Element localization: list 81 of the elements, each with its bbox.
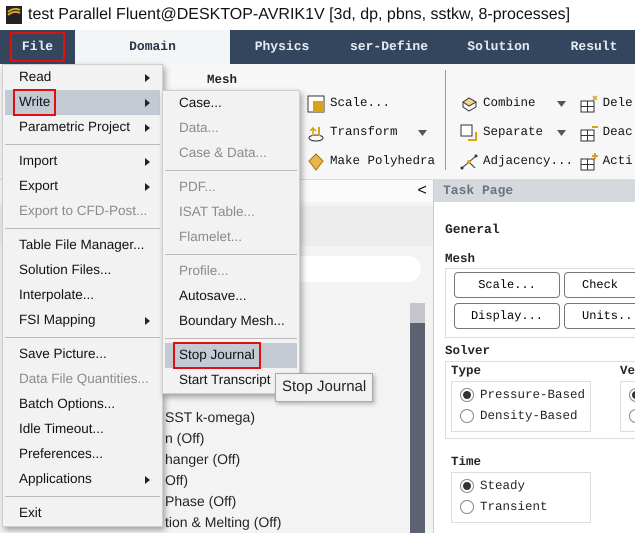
menu-item[interactable]: FSI Mapping (5, 308, 160, 333)
grid-minus-icon (580, 124, 598, 142)
rotate-icon (307, 124, 326, 142)
menu-item[interactable]: Batch Options... (5, 392, 160, 417)
submenu-arrow-icon (145, 98, 150, 106)
tooltip: Stop Journal (275, 373, 374, 402)
ribbon-tab[interactable]: Physics (230, 30, 334, 64)
ribbon-button[interactable]: Acti (580, 150, 633, 173)
radio-label: Density-Based (480, 408, 578, 425)
menu-item[interactable]: Autosave... (165, 284, 297, 309)
submenu-arrow-icon (145, 74, 150, 82)
radio-label: Transient (480, 498, 548, 516)
menu-item[interactable]: Import (5, 149, 160, 174)
menu-item[interactable]: Stop Journal (165, 343, 297, 368)
ribbon-button[interactable]: Make Polyhedra (307, 150, 436, 173)
group-title: Ve (620, 363, 635, 380)
task-button[interactable]: Check (564, 272, 635, 298)
menu-item[interactable]: Case... (165, 91, 297, 116)
menu-item[interactable]: Export (5, 174, 160, 199)
tree-item[interactable]: n (Off) (165, 428, 204, 449)
menu-item[interactable]: Idle Timeout... (5, 417, 160, 442)
submenu-arrow-icon (145, 124, 150, 132)
task-button[interactable]: Scale... (454, 272, 560, 298)
collapse-button[interactable]: < (417, 179, 427, 203)
section-title: Solver (445, 343, 492, 360)
menu-item[interactable]: Exit (5, 501, 160, 526)
menu-item[interactable]: Write (5, 90, 160, 115)
graph-icon (460, 152, 478, 170)
tree-item[interactable]: tion & Melting (Off) (165, 512, 282, 533)
submenu-arrow-icon (145, 316, 150, 324)
submenu-arrow-icon (145, 476, 150, 484)
task-button[interactable]: Display... (454, 303, 560, 330)
menu-item[interactable]: Table File Manager... (5, 233, 160, 258)
radio-button[interactable] (460, 409, 474, 424)
ribbon-tab[interactable]: ser-Define (334, 30, 444, 64)
menu-item[interactable]: Read (5, 65, 160, 90)
group-title: Type (451, 363, 482, 380)
submenu-arrow-icon (145, 182, 150, 190)
grid-add-icon (580, 152, 598, 170)
ribbon-tab[interactable]: Result (553, 30, 635, 64)
scrollbar[interactable] (410, 303, 425, 533)
ribbon-button[interactable]: Scale... (307, 92, 390, 115)
ribbon-button[interactable]: Separate (460, 121, 543, 144)
menu-item[interactable]: Interpolate... (5, 283, 160, 308)
tree-item[interactable]: Off) (165, 470, 188, 491)
group-title: Mesh (207, 72, 238, 89)
menu-item[interactable]: Save Picture... (5, 342, 160, 367)
panel-title: Task Page (434, 180, 635, 202)
page-heading: General (445, 221, 501, 239)
scale-icon (307, 94, 326, 112)
tree-item[interactable]: Phase (Off) (165, 491, 236, 512)
tree-item[interactable]: SST k-omega) (165, 407, 255, 428)
menu-item[interactable]: Boundary Mesh... (165, 309, 297, 334)
ribbon-tab[interactable]: Domain (75, 30, 230, 64)
radio-label: Pressure-Based (480, 386, 586, 404)
file-menu-button[interactable]: File (0, 30, 75, 64)
menu-item[interactable]: Applications (5, 467, 160, 492)
menu-item[interactable]: Parametric Project (5, 115, 160, 140)
diamond-icon (307, 152, 326, 170)
submenu-arrow-icon (145, 158, 150, 166)
ribbon-button[interactable]: Dele (580, 92, 633, 115)
menu-item[interactable]: Solution Files... (5, 258, 160, 283)
ribbon-button[interactable]: Adjacency... (460, 150, 573, 173)
cube-icon (460, 94, 478, 112)
grid-delete-icon (580, 94, 598, 112)
radio-button[interactable] (460, 479, 474, 494)
radio-label: Steady (480, 478, 526, 495)
ribbon-button[interactable]: Transform (307, 121, 398, 144)
radio-button[interactable] (460, 388, 474, 402)
section-title: Mesh (445, 250, 476, 268)
ribbon-button[interactable]: Deac (580, 121, 633, 144)
task-button[interactable]: Units.. (564, 303, 635, 330)
ribbon-tab[interactable]: Solution (444, 30, 553, 64)
ribbon-button[interactable]: Combine (460, 92, 536, 115)
menu-item[interactable]: Preferences... (5, 442, 160, 467)
radio-button[interactable] (460, 500, 474, 514)
window-title: test Parallel Fluent@DESKTOP-AVRIK1V [3d, dp, pbns, sstkw, 8-processes] (28, 5, 570, 25)
tree-item[interactable]: hanger (Off) (165, 449, 240, 470)
app-logo-icon (6, 6, 22, 24)
group-title: Time (451, 454, 482, 471)
squares-icon (460, 124, 478, 142)
